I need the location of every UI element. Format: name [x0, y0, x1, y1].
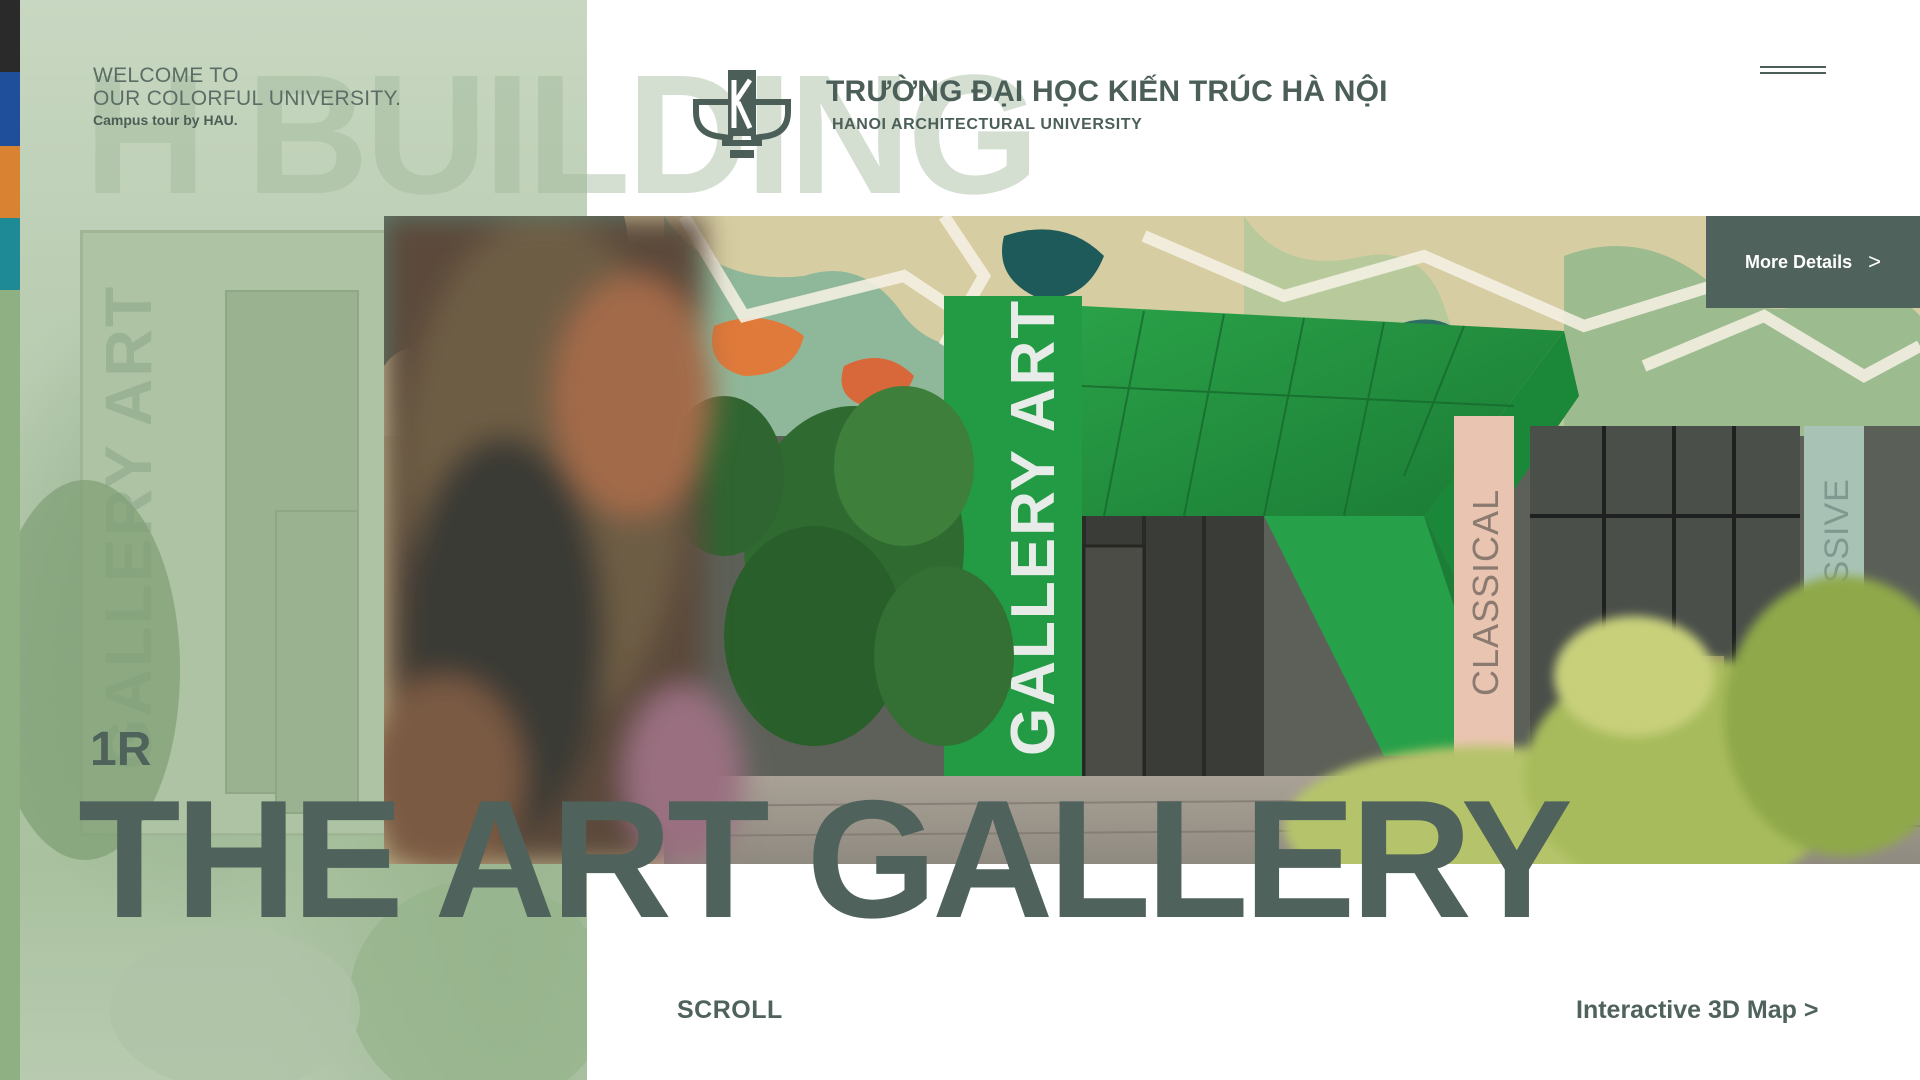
- color-strip-teal: [0, 218, 20, 290]
- hamburger-menu-icon[interactable]: [1758, 62, 1828, 78]
- classical-sign: CLASSICAL: [1465, 489, 1506, 696]
- interactive-3d-map-link[interactable]: Interactive 3D Map >: [1576, 996, 1818, 1025]
- chevron-right-icon: >: [1868, 249, 1881, 274]
- more-details-button[interactable]: More Details >: [1706, 216, 1920, 308]
- welcome-tagline: Campus tour by HAU.: [93, 112, 238, 128]
- color-strip-green: [0, 290, 20, 1080]
- welcome-line-2: OUR COLORFUL UNIVERSITY.: [93, 87, 402, 110]
- school-name-english: HANOI ARCHITECTURAL UNIVERSITY: [832, 116, 1143, 133]
- campus-tour-page: GALLERY ART H BUILDING WELCOME TO OUR CO…: [0, 0, 1920, 1080]
- color-strip-blue: [0, 72, 20, 146]
- menu-bar-bottom: [1760, 72, 1826, 74]
- more-details-label: More Details: [1745, 251, 1853, 272]
- hau-logo-icon[interactable]: [690, 66, 794, 162]
- menu-bar-top: [1760, 66, 1826, 68]
- school-name: TRƯỜNG ĐẠI HỌC KIẾN TRÚC HÀ NỘI: [826, 75, 1388, 108]
- scroll-indicator[interactable]: SCROLL: [677, 996, 783, 1025]
- welcome-line-1: WELCOME TO: [93, 64, 239, 87]
- color-strip-orange: [0, 146, 20, 218]
- welcome-block: WELCOME TO OUR COLORFUL UNIVERSITY. Camp…: [93, 64, 401, 128]
- color-strip-black: [0, 0, 20, 72]
- location-title: THE ART GALLERY: [78, 765, 1573, 953]
